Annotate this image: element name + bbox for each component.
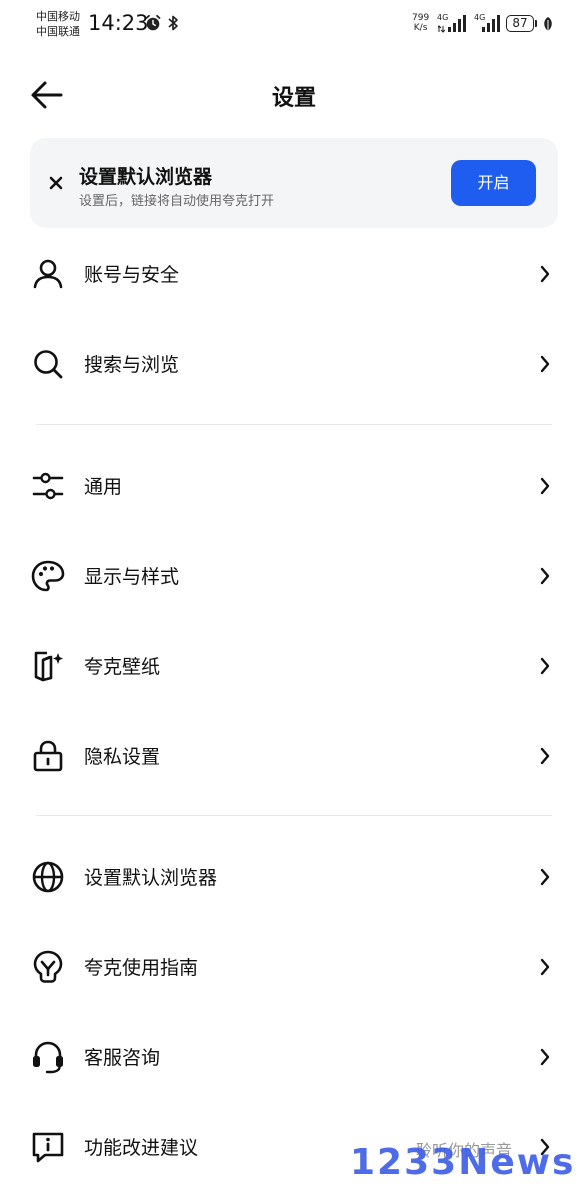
menu-item-wallpaper[interactable]: 夸克壁纸 [0,626,588,706]
wallpaper-icon [34,651,63,682]
chevron-right-icon [540,567,550,585]
menu-item-label: 通用 [84,476,123,498]
palette-icon [31,560,65,592]
menu-item-label: 功能改进建议 [84,1137,199,1159]
section-divider [36,424,552,425]
battery-tip [535,20,537,27]
power-saving-leaf-icon [544,17,552,31]
search-icon [34,350,63,379]
menu-item-label: 设置默认浏览器 [84,867,218,889]
default-browser-banner: 设置默认浏览器 设置后，链接将自动使用夸克打开 开启 [30,138,558,228]
enable-button[interactable]: 开启 [451,160,536,206]
menu-item-customer-service[interactable]: 客服咨询 [0,1017,588,1097]
menu-item-label: 隐私设置 [84,746,161,768]
menu-item-label: 夸克壁纸 [84,656,161,678]
chevron-right-icon [540,1048,550,1066]
menu-item-display-style[interactable]: 显示与样式 [0,536,588,616]
chevron-right-icon [540,868,550,886]
globe-icon [32,861,64,893]
menu-item-account-security[interactable]: 账号与安全 [0,234,588,314]
menu-item-label: 显示与样式 [84,566,180,588]
menu-item-label: 夸克使用指南 [84,957,199,979]
chevron-right-icon [540,747,550,765]
banner-title: 设置默认浏览器 [79,166,213,188]
feedback-icon [32,1132,64,1163]
lock-icon [33,740,63,772]
chevron-right-icon [540,265,550,283]
status-bar: 中国移动 中国联通 14:23 799 K/s 4G 4G 87 [0,0,588,50]
menu-item-label: 账号与安全 [84,264,180,286]
menu-item-label: 客服咨询 [84,1047,161,1069]
page-header: 设置 [0,60,588,130]
chevron-right-icon [540,657,550,675]
page-title: 设置 [271,86,316,111]
user-icon [33,259,63,289]
lightbulb-icon [33,950,63,983]
headset-icon [33,1041,63,1074]
menu-item-user-guide[interactable]: 夸克使用指南 [0,927,588,1007]
alarm-icon [145,14,161,31]
chevron-right-icon [540,958,550,976]
banner-subtitle: 设置后，链接将自动使用夸克打开 [79,194,275,209]
menu-item-label: 搜索与浏览 [84,354,180,376]
menu-item-default-browser[interactable]: 设置默认浏览器 [0,837,588,917]
sliders-icon [32,472,64,500]
menu-item-search-browse[interactable]: 搜索与浏览 [0,324,588,404]
carrier-2: 中国联通 [36,25,80,38]
chevron-right-icon [540,477,550,495]
carrier-1: 中国移动 [36,10,80,23]
bluetooth-icon [168,15,178,31]
section-divider [36,815,552,816]
network-speed: 799 K/s [412,13,430,33]
signal-1-icon [438,15,466,33]
menu-item-general[interactable]: 通用 [0,446,588,526]
carrier-names: 中国移动 中国联通 [36,9,80,39]
chevron-right-icon [540,355,550,373]
menu-item-privacy[interactable]: 隐私设置 [0,716,588,796]
signal-2-icon [482,15,500,32]
watermark-logo: 1233News [350,1142,576,1183]
close-icon[interactable] [44,171,68,195]
clock: 14:23 [88,11,149,35]
battery-indicator: 87 [506,15,534,32]
